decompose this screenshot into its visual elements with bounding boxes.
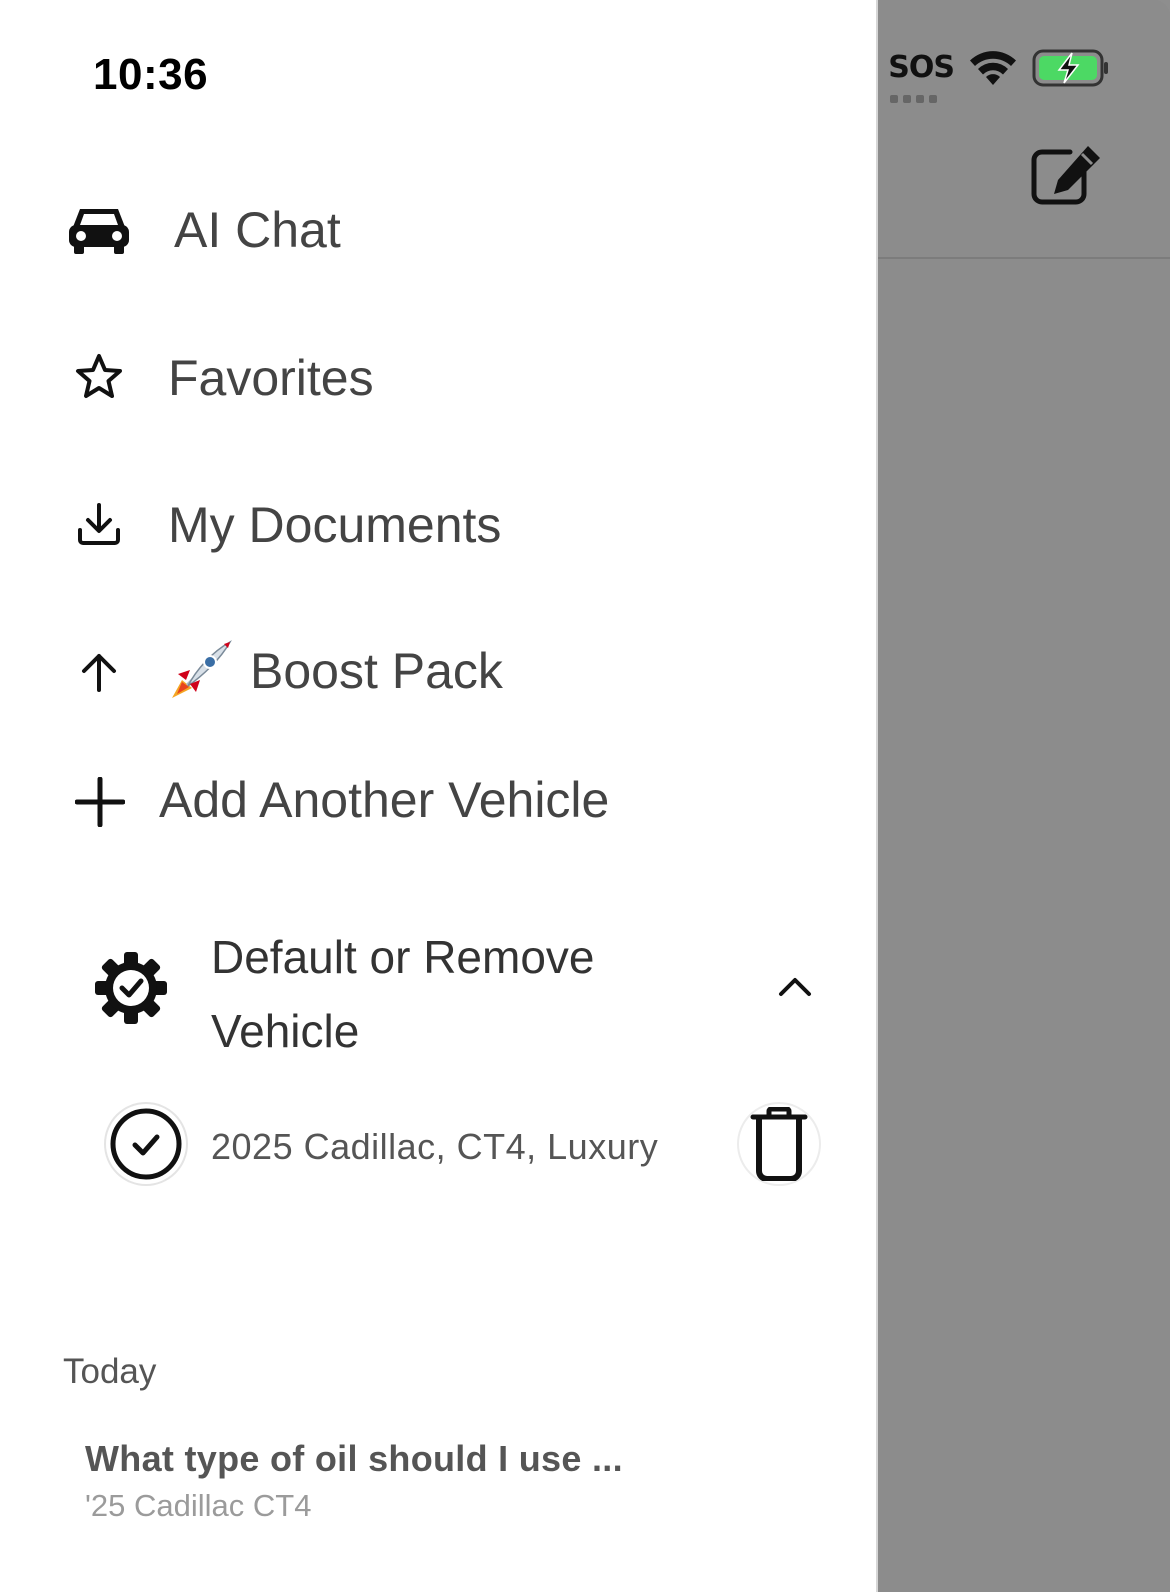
chat-title: What type of oil should I use ... bbox=[85, 1438, 623, 1479]
carrier-label: SOS bbox=[888, 50, 955, 85]
star-icon bbox=[75, 353, 123, 399]
menu-label: Favorites bbox=[168, 350, 374, 406]
menu-item-add-vehicle[interactable]: Add Another Vehicle bbox=[0, 765, 878, 837]
history-group-label: Today bbox=[63, 1352, 157, 1391]
vehicles-section-title: Default or Remove Vehicle bbox=[211, 931, 595, 1057]
battery-charging-icon bbox=[1032, 49, 1108, 87]
car-icon bbox=[68, 203, 130, 255]
chevron-up-icon[interactable] bbox=[778, 975, 812, 997]
menu-item-my-documents[interactable]: My Documents bbox=[0, 490, 878, 560]
menu-item-ai-chat[interactable]: AI Chat bbox=[0, 195, 878, 265]
wifi-icon bbox=[970, 51, 1016, 85]
set-default-button[interactable] bbox=[106, 1104, 186, 1184]
side-drawer: 10:36 AI Chat Favorites My Documents Boo… bbox=[0, 0, 878, 1592]
menu-label: Add Another Vehicle bbox=[159, 772, 610, 828]
sos-indicator: SOS bbox=[888, 50, 955, 103]
gear-check-icon bbox=[95, 952, 167, 1024]
menu-item-boost-pack[interactable]: Boost Pack bbox=[0, 636, 878, 708]
menu-label: Boost Pack bbox=[250, 643, 503, 699]
status-time: 10:36 bbox=[93, 50, 209, 99]
menu-label: My Documents bbox=[168, 497, 502, 553]
vehicle-label[interactable]: 2025 Cadillac, CT4, Luxury bbox=[211, 1126, 658, 1168]
rocket-icon bbox=[168, 640, 232, 702]
compose-icon[interactable] bbox=[1030, 144, 1104, 206]
trash-icon bbox=[750, 1107, 808, 1181]
download-icon bbox=[77, 502, 121, 546]
status-indicators: SOS bbox=[888, 48, 1110, 103]
delete-vehicle-button[interactable] bbox=[739, 1104, 819, 1184]
signal-dots bbox=[890, 95, 938, 103]
check-circle-icon bbox=[110, 1108, 182, 1180]
menu-item-favorites[interactable]: Favorites bbox=[0, 343, 878, 413]
plus-icon bbox=[75, 777, 125, 827]
menu-label: AI Chat bbox=[174, 202, 341, 258]
chat-subtitle: '25 Cadillac CT4 bbox=[85, 1488, 312, 1523]
header-divider bbox=[878, 257, 1170, 259]
arrow-up-icon bbox=[80, 652, 118, 692]
dimmed-background[interactable] bbox=[878, 0, 1170, 1592]
